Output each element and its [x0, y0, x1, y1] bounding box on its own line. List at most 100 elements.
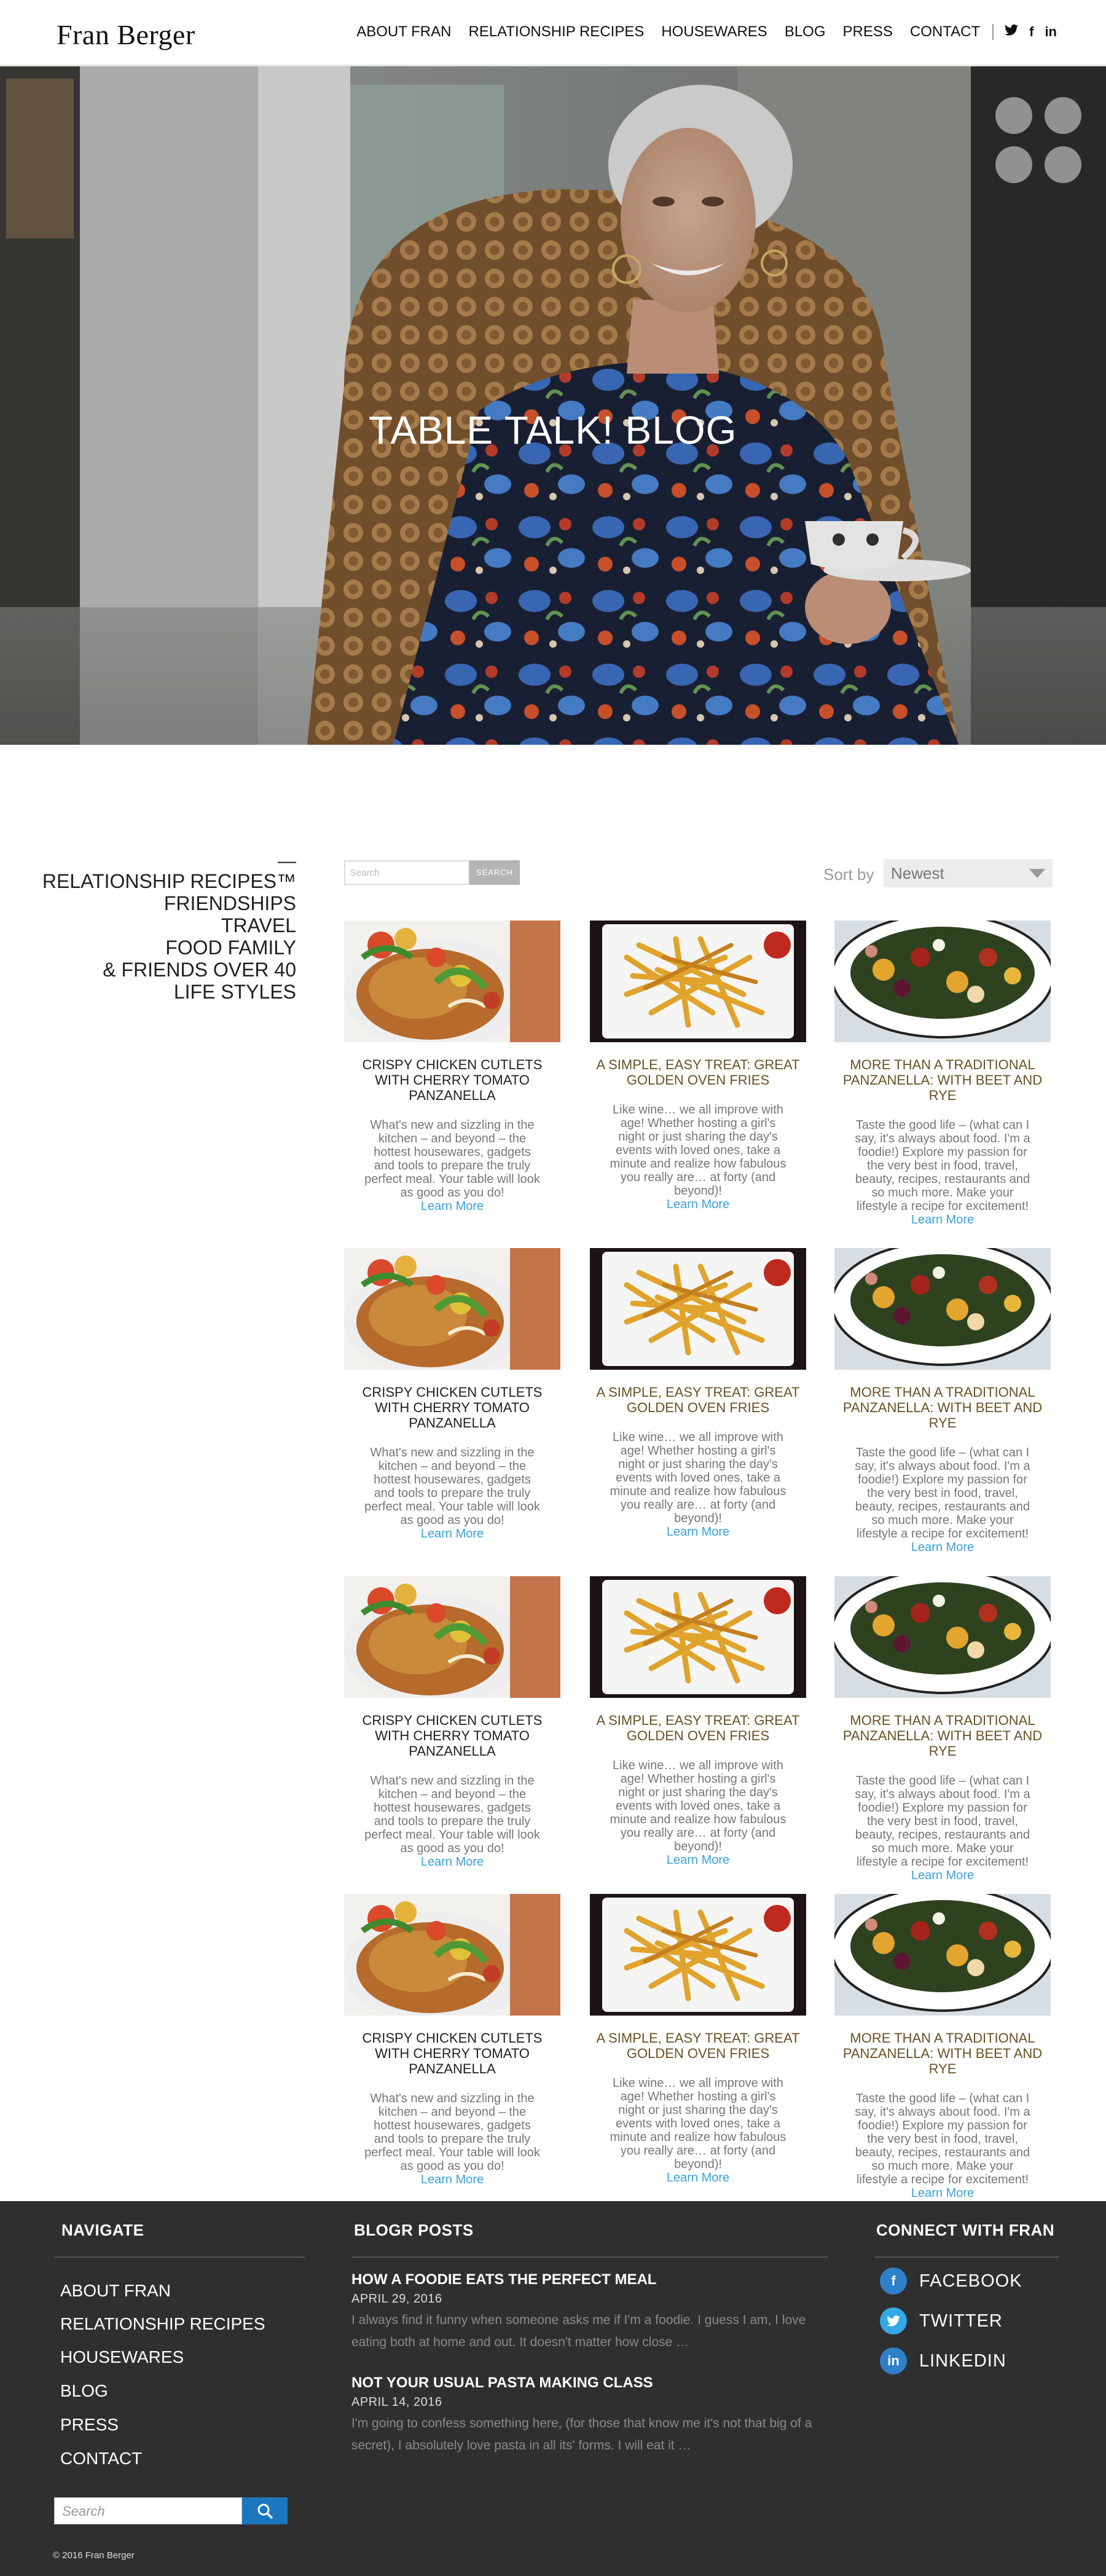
learn-more-link[interactable]: Learn More — [667, 1525, 729, 1539]
post-thumbnail[interactable] — [344, 921, 560, 1042]
post-title[interactable]: A SIMPLE, EASY TREAT: GREAT GOLDEN OVEN … — [590, 1713, 806, 1743]
post-title[interactable]: MORE THAN A TRADITIONAL PANZANELLA: WITH… — [834, 1057, 1051, 1103]
post-excerpt: Taste the good life – (what can I say, i… — [834, 2092, 1051, 2200]
learn-more-link[interactable]: Learn More — [421, 2173, 484, 2186]
category-dash: — — [278, 851, 296, 871]
learn-more-link[interactable]: Learn More — [911, 1869, 974, 1882]
post-title[interactable]: MORE THAN A TRADITIONAL PANZANELLA: WITH… — [834, 1384, 1051, 1431]
post-thumbnail[interactable] — [834, 1248, 1051, 1370]
post-excerpt: Taste the good life – (what can I say, i… — [834, 1446, 1051, 1554]
footer-nav-press[interactable]: PRESS — [60, 2415, 119, 2435]
learn-more-link[interactable]: Learn More — [421, 1855, 484, 1869]
linkedin-icon[interactable]: in — [1045, 24, 1057, 40]
nav-blog[interactable]: BLOG — [785, 23, 826, 41]
site-logo[interactable]: Fran Berger — [57, 18, 195, 51]
post-thumbnail[interactable] — [590, 1894, 806, 2016]
post-thumbnail[interactable] — [834, 921, 1051, 1042]
footer-nav-about-fran[interactable]: ABOUT FRAN — [60, 2281, 171, 2301]
footer-nav-housewares[interactable]: HOUSEWARES — [60, 2347, 184, 2367]
category-friendships[interactable]: FRIENDSHIPS — [42, 892, 296, 914]
learn-more-link[interactable]: Learn More — [667, 1198, 729, 1211]
post-title[interactable]: A SIMPLE, EASY TREAT: GREAT GOLDEN OVEN … — [590, 1057, 806, 1088]
learn-more-link[interactable]: Learn More — [911, 1541, 974, 1554]
footer-linkedin-link[interactable]: in LINKEDIN — [880, 2347, 1006, 2374]
category-relationship-recipes[interactable]: RELATIONSHIP RECIPES™ — [42, 870, 296, 892]
post-excerpt: What's new and sizzling in the kitchen –… — [344, 1118, 560, 1213]
post-card: CRISPY CHICKEN CUTLETS WITH CHERRY TOMAT… — [344, 1248, 560, 1541]
post-thumbnail[interactable] — [590, 921, 806, 1042]
post-title[interactable]: CRISPY CHICKEN CUTLETS WITH CHERRY TOMAT… — [344, 2030, 560, 2076]
footer-nav-blog[interactable]: BLOG — [60, 2381, 108, 2401]
footer-twitter-link[interactable]: TWITTER — [880, 2307, 1003, 2334]
post-card: CRISPY CHICKEN CUTLETS WITH CHERRY TOMAT… — [344, 1576, 560, 1869]
post-title[interactable]: CRISPY CHICKEN CUTLETS WITH CHERRY TOMAT… — [344, 1057, 560, 1103]
learn-more-link[interactable]: Learn More — [667, 2171, 729, 2185]
footer-post-excerpt: I'm going to confess something here, (fo… — [351, 2416, 812, 2452]
post-thumbnail[interactable] — [590, 1576, 806, 1698]
blog-search-button[interactable]: SEARCH — [469, 860, 520, 885]
facebook-icon[interactable]: f — [1029, 24, 1033, 40]
site-header: Fran Berger ABOUT FRAN RELATIONSHIP RECI… — [0, 0, 1106, 66]
footer-post-title[interactable]: HOW A FOODIE EATS THE PERFECT MEAL — [351, 2271, 656, 2288]
linkedin-icon: in — [880, 2347, 907, 2374]
sort-label: Sort by — [823, 865, 874, 884]
post-title[interactable]: A SIMPLE, EASY TREAT: GREAT GOLDEN OVEN … — [590, 1384, 806, 1415]
post-thumbnail[interactable] — [344, 1576, 560, 1698]
post-excerpt-text: Like wine… we all improve with age! Whet… — [610, 1759, 786, 1853]
category-friends-over-40[interactable]: & FRIENDS OVER 40 — [42, 959, 296, 981]
post-thumbnail[interactable] — [834, 1576, 1051, 1698]
sort-select[interactable]: Newest — [884, 859, 1053, 887]
footer-search-input[interactable]: Search — [54, 2497, 242, 2524]
learn-more-link[interactable]: Learn More — [911, 2186, 974, 2200]
post-thumbnail[interactable] — [834, 1894, 1051, 2016]
post-excerpt: Like wine… we all improve with age! Whet… — [590, 1103, 806, 1211]
nav-about-fran[interactable]: ABOUT FRAN — [356, 23, 451, 41]
post-excerpt: What's new and sizzling in the kitchen –… — [344, 2092, 560, 2186]
footer-nav-contact[interactable]: CONTACT — [60, 2449, 142, 2468]
post-excerpt: Like wine… we all improve with age! Whet… — [590, 2076, 806, 2185]
post-card: MORE THAN A TRADITIONAL PANZANELLA: WITH… — [834, 1248, 1051, 1554]
footer-social-label: TWITTER — [919, 2311, 1003, 2331]
learn-more-link[interactable]: Learn More — [911, 1213, 974, 1227]
footer-facebook-link[interactable]: f FACEBOOK — [880, 2268, 1022, 2295]
nav-housewares[interactable]: HOUSEWARES — [661, 23, 767, 41]
post-thumbnail[interactable] — [344, 1894, 560, 2016]
main-nav: ABOUT FRAN RELATIONSHIP RECIPES HOUSEWAR… — [339, 23, 1057, 41]
post-title[interactable]: MORE THAN A TRADITIONAL PANZANELLA: WITH… — [834, 2030, 1051, 2076]
twitter-icon[interactable] — [1005, 24, 1019, 40]
category-list: — RELATIONSHIP RECIPES™ FRIENDSHIPS TRAV… — [42, 851, 296, 1003]
footer-divider — [875, 2256, 1059, 2258]
post-title[interactable]: CRISPY CHICKEN CUTLETS WITH CHERRY TOMAT… — [344, 1384, 560, 1431]
post-excerpt-text: What's new and sizzling in the kitchen –… — [364, 2092, 540, 2173]
post-excerpt: Taste the good life – (what can I say, i… — [834, 1118, 1051, 1227]
facebook-icon: f — [880, 2268, 907, 2295]
footer-nav-relationship-recipes[interactable]: RELATIONSHIP RECIPES — [60, 2314, 265, 2334]
post-title[interactable]: A SIMPLE, EASY TREAT: GREAT GOLDEN OVEN … — [590, 2030, 806, 2061]
footer-blog-heading: BLOGR POSTS — [354, 2221, 474, 2239]
copyright: © 2016 Fran Berger — [53, 2550, 135, 2561]
hero-banner: TABLE TALK! BLOG — [0, 66, 1106, 745]
category-travel[interactable]: TRAVEL — [42, 914, 296, 937]
post-excerpt-text: What's new and sizzling in the kitchen –… — [364, 1774, 540, 1855]
category-life-styles[interactable]: LIFE STYLES — [42, 981, 296, 1003]
footer-search-button[interactable] — [242, 2497, 288, 2524]
nav-contact[interactable]: CONTACT — [910, 23, 980, 41]
post-thumbnail[interactable] — [590, 1248, 806, 1370]
post-title[interactable]: CRISPY CHICKEN CUTLETS WITH CHERRY TOMAT… — [344, 1713, 560, 1759]
nav-press[interactable]: PRESS — [843, 23, 893, 41]
post-title[interactable]: MORE THAN A TRADITIONAL PANZANELLA: WITH… — [834, 1713, 1051, 1759]
footer-post-title[interactable]: NOT YOUR USUAL PASTA MAKING CLASS — [351, 2374, 653, 2392]
category-food-family[interactable]: FOOD FAMILY — [42, 937, 296, 959]
post-excerpt-text: Like wine… we all improve with age! Whet… — [610, 1431, 786, 1525]
blog-search-input[interactable]: Search — [344, 860, 469, 885]
post-thumbnail[interactable] — [344, 1248, 560, 1370]
post-excerpt-text: What's new and sizzling in the kitchen –… — [364, 1446, 540, 1527]
learn-more-link[interactable]: Learn More — [421, 1200, 484, 1213]
learn-more-link[interactable]: Learn More — [421, 1527, 484, 1541]
learn-more-link[interactable]: Learn More — [667, 1853, 729, 1867]
nav-relationship-recipes[interactable]: RELATIONSHIP RECIPES — [468, 23, 644, 41]
footer-divider — [54, 2256, 305, 2258]
post-excerpt: What's new and sizzling in the kitchen –… — [344, 1774, 560, 1869]
post-excerpt-text: What's new and sizzling in the kitchen –… — [364, 1118, 540, 1200]
sort-value: Newest — [891, 864, 944, 882]
